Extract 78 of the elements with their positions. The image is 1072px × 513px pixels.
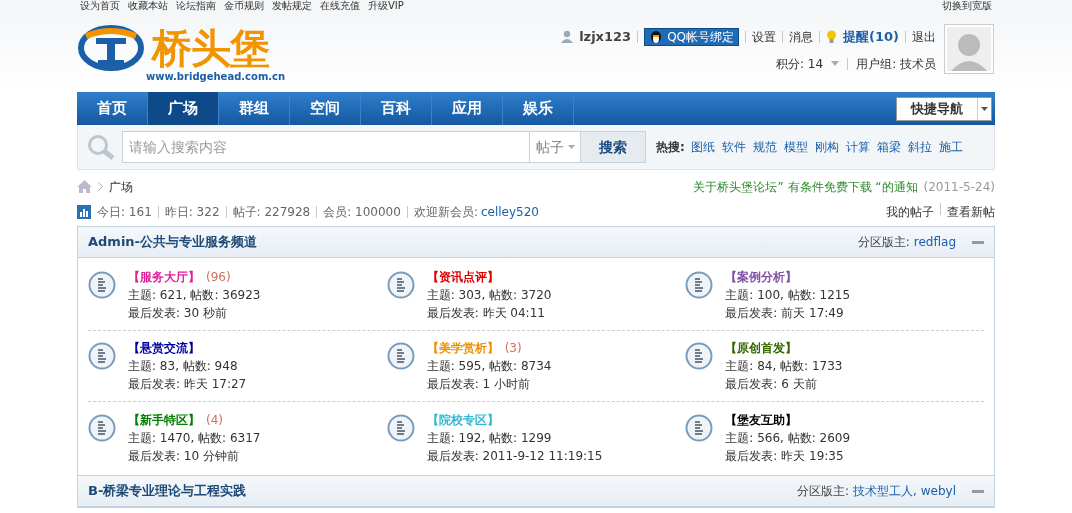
stat-text: 帖子: 227928	[232, 203, 311, 221]
logo-url: www.bridgehead.com.cn	[146, 72, 286, 82]
top-link[interactable]: 金币规则	[224, 0, 264, 12]
forum-name-link[interactable]: 【新手特区】	[128, 411, 200, 428]
forum-stats: 主题: 303, 帖数: 3720	[426, 287, 552, 303]
qq-bind-button[interactable]: QQ帐号绑定	[644, 27, 739, 46]
top-link[interactable]: 升级VIP	[368, 0, 404, 12]
stat-text: 今日: 161	[97, 203, 152, 221]
search-button[interactable]: 搜索	[580, 131, 646, 163]
section-title[interactable]: Admin-公共与专业服务频道	[88, 232, 258, 252]
hot-search-link[interactable]: 模型	[783, 138, 808, 156]
forum-name-link[interactable]: 【案例分析】	[725, 269, 798, 285]
forum-last-post: 最后发表: 6 天前	[725, 376, 818, 392]
forum-name-link[interactable]: 【悬赏交流】	[128, 340, 200, 356]
hot-search-link[interactable]: 施工	[938, 138, 963, 156]
nav-tab[interactable]: 广场	[148, 92, 219, 125]
stat-link[interactable]: 查看新帖	[947, 202, 995, 221]
hot-search-link[interactable]: 计算	[845, 138, 870, 156]
hot-search-label: 热搜:	[656, 139, 685, 156]
forum-last-post: 最后发表: 前天 17:49	[725, 305, 845, 321]
forum-stats: 主题: 566, 帖数: 2609	[725, 429, 851, 446]
forum-last-post: 最后发表: 昨天 19:35	[725, 447, 845, 464]
forum-name-link[interactable]: 【资讯点评】	[426, 269, 499, 285]
forum-last-post: 最后发表: 昨天 17:27	[128, 376, 247, 392]
stat-text: 昨日: 322	[164, 203, 220, 221]
logout-link[interactable]: 退出	[912, 27, 936, 46]
user-group: 用户组: 技术员	[856, 54, 936, 73]
hot-search-link[interactable]: 斜拉	[907, 138, 932, 156]
top-link[interactable]: 收藏本站	[128, 0, 168, 12]
moderator-link[interactable]: redflag	[913, 233, 956, 251]
notice-date: (2011-5-24)	[923, 178, 995, 196]
new-member-link[interactable]: celley520	[480, 202, 539, 221]
forum-new-count: (96)	[206, 269, 231, 285]
forum-stats: 主题: 84, 帖数: 1733	[725, 358, 843, 374]
forum-stats: 主题: 621, 帖数: 36923	[128, 287, 261, 303]
forum-last-post: 最后发表: 2011-9-12 11:19:15	[426, 447, 603, 464]
forum-name-link[interactable]: 【原创首发】	[725, 340, 798, 356]
search-field[interactable]: 请输入搜索内容	[122, 131, 530, 163]
forum-last-post: 最后发表: 30 秒前	[128, 305, 228, 321]
section-title[interactable]: B-桥梁专业理论与工程实践	[88, 481, 247, 501]
hot-search-link[interactable]: 图纸	[690, 138, 715, 156]
top-link[interactable]: 在线充值	[320, 0, 360, 12]
logo-title: 桥头堡	[152, 28, 269, 68]
forum-stats: 主题: 1470, 帖数: 6317	[128, 429, 261, 446]
forum-new-count: (3)	[504, 340, 522, 356]
points-link[interactable]: 积分: 14	[776, 54, 824, 73]
quick-nav-button[interactable]: 快捷导航	[896, 96, 992, 121]
forum-stats: 主题: 595, 帖数: 8734	[426, 358, 552, 374]
breadcrumb-link[interactable]: 广场	[109, 177, 133, 196]
stat-link[interactable]: 我的帖子	[886, 202, 934, 221]
moderator-link[interactable]: 技术型工人, webyl	[853, 482, 956, 500]
top-link[interactable]: 论坛指南	[176, 0, 216, 12]
forum-name-link[interactable]: 【堡友互助】	[725, 411, 798, 428]
hot-search-link[interactable]: 刚构	[814, 138, 839, 156]
forum-last-post: 最后发表: 10 分钟前	[128, 447, 240, 464]
hot-search-link[interactable]: 箱梁	[876, 138, 901, 156]
notice-link[interactable]: 关于桥头堡论坛” 有条件免费下载 “的通知	[693, 177, 918, 196]
moderator-label: 分区版主:	[797, 483, 850, 500]
moderator-label: 分区版主:	[857, 234, 910, 251]
forum-stats: 主题: 192, 帖数: 1299	[426, 429, 553, 446]
top-link[interactable]: 发帖规定	[272, 0, 312, 12]
user-link[interactable]: 设置	[752, 27, 776, 46]
hot-search-link[interactable]: 软件	[721, 138, 746, 156]
welcome-label: 欢迎新会员:	[413, 203, 478, 221]
forum-new-count: (4)	[206, 411, 223, 428]
user-link[interactable]: 消息	[789, 27, 813, 46]
stat-text: 会员: 100000	[323, 203, 401, 221]
hot-search-link[interactable]: 规范	[752, 138, 777, 156]
wide-version-link[interactable]: 切换到宽版	[942, 0, 992, 12]
reminder-link[interactable]: 提醒(10)	[843, 27, 899, 47]
forum-stats: 主题: 100, 帖数: 1215	[725, 287, 851, 303]
forum-stats: 主题: 83, 帖数: 948	[128, 358, 239, 374]
forum-last-post: 最后发表: 1 小时前	[426, 376, 531, 392]
username-link[interactable]: lzjx123	[579, 27, 632, 47]
top-link[interactable]: 设为首页	[80, 0, 120, 12]
forum-last-post: 最后发表: 昨天 04:11	[426, 305, 546, 321]
search-type-dropdown[interactable]: 帖子	[530, 131, 580, 163]
forum-name-link[interactable]: 【服务大厅】	[128, 269, 200, 285]
